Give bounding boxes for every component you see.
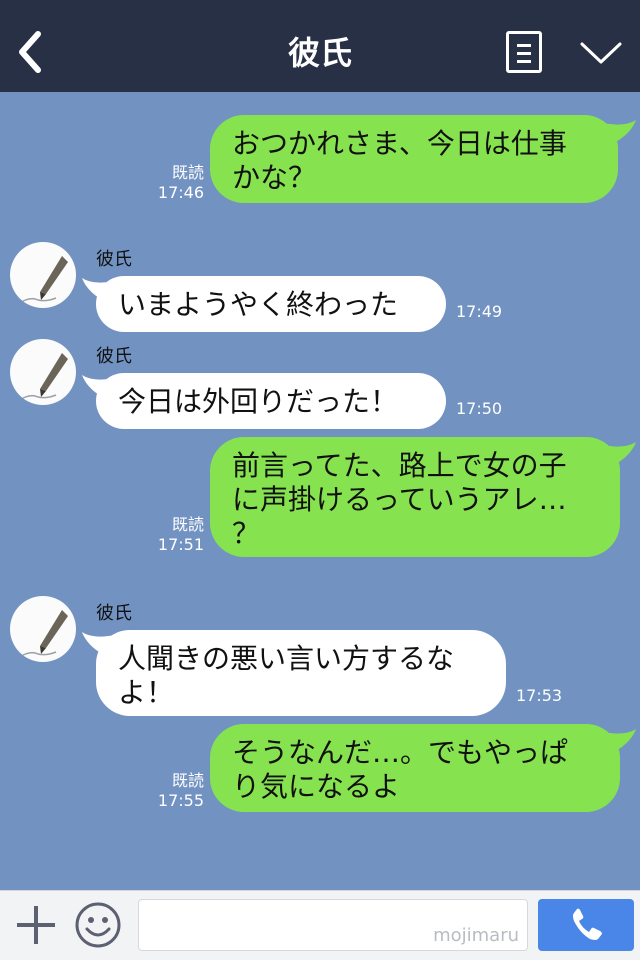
fountain-pen-icon	[17, 353, 68, 402]
chevron-down-icon	[580, 42, 622, 64]
sender-name: 彼氏	[96, 603, 132, 624]
add-button[interactable]	[14, 903, 58, 947]
message-line: かな？	[232, 161, 317, 194]
bubble-tail	[598, 120, 636, 146]
message-line: おつかれさま、今日は仕事	[232, 127, 567, 160]
read-label: 既読	[171, 163, 204, 182]
read-receipt: 既読 17:46	[150, 163, 204, 203]
message-line: よ！	[118, 676, 175, 709]
message-time: 17:53	[516, 686, 563, 705]
emoji-button[interactable]	[74, 901, 122, 949]
message-line: 人聞きの悪い言い方するな	[118, 642, 455, 675]
dropdown-button[interactable]	[578, 38, 624, 68]
message-time: 17:55	[157, 791, 204, 810]
message-time: 17:49	[456, 302, 503, 321]
bubble-tail	[598, 729, 636, 755]
fountain-pen-icon	[17, 256, 68, 305]
message-time: 17:51	[157, 535, 204, 554]
message-line: そうなんだ…。でもやっぱ	[232, 736, 569, 769]
input-bar: mojimaru	[0, 890, 640, 960]
message-time: 17:46	[157, 183, 204, 202]
menu-button[interactable]	[506, 31, 542, 73]
message-line: ？	[232, 517, 261, 550]
outgoing-message[interactable]: 前言ってた、路上で女の子 に声掛けるっていうアレ… ？	[210, 437, 620, 557]
fountain-pen-icon	[17, 610, 68, 659]
outgoing-message[interactable]: そうなんだ…。でもやっぱ り気になるよ	[210, 724, 620, 812]
message-line: に声掛けるっていうアレ…	[232, 483, 567, 516]
incoming-message[interactable]: いまようやく終わった	[96, 276, 446, 332]
read-receipt: 既読 17:55	[150, 771, 204, 811]
incoming-message[interactable]: 人聞きの悪い言い方するな よ！	[96, 630, 506, 716]
avatar[interactable]	[10, 596, 76, 662]
message-line: いまようやく終わった	[118, 288, 399, 321]
read-label: 既読	[171, 771, 204, 790]
message-line: 前言ってた、路上で女の子	[232, 449, 567, 482]
sender-name: 彼氏	[96, 249, 132, 270]
incoming-message[interactable]: 今日は外回りだった！	[96, 373, 446, 429]
read-receipt: 既読 17:51	[150, 515, 204, 555]
chat-header: 彼氏	[0, 0, 640, 92]
avatar[interactable]	[10, 242, 76, 308]
chat-title: 彼氏	[287, 34, 352, 72]
call-button[interactable]	[538, 899, 634, 951]
sender-name: 彼氏	[96, 346, 132, 367]
message-input[interactable]: mojimaru	[138, 899, 528, 951]
read-label: 既読	[171, 515, 204, 534]
plus-icon	[17, 906, 55, 944]
phone-icon	[573, 908, 602, 940]
message-line: り気になるよ	[232, 770, 401, 803]
outgoing-message[interactable]: おつかれさま、今日は仕事 かな？	[210, 115, 618, 203]
message-time: 17:50	[456, 399, 503, 418]
smiley-icon	[75, 902, 121, 948]
avatar[interactable]	[10, 339, 76, 405]
watermark-text: mojimaru	[433, 925, 519, 946]
bubble-tail	[598, 442, 636, 468]
message-line: 今日は外回りだった！	[118, 385, 399, 418]
menu-list-icon	[517, 44, 531, 47]
